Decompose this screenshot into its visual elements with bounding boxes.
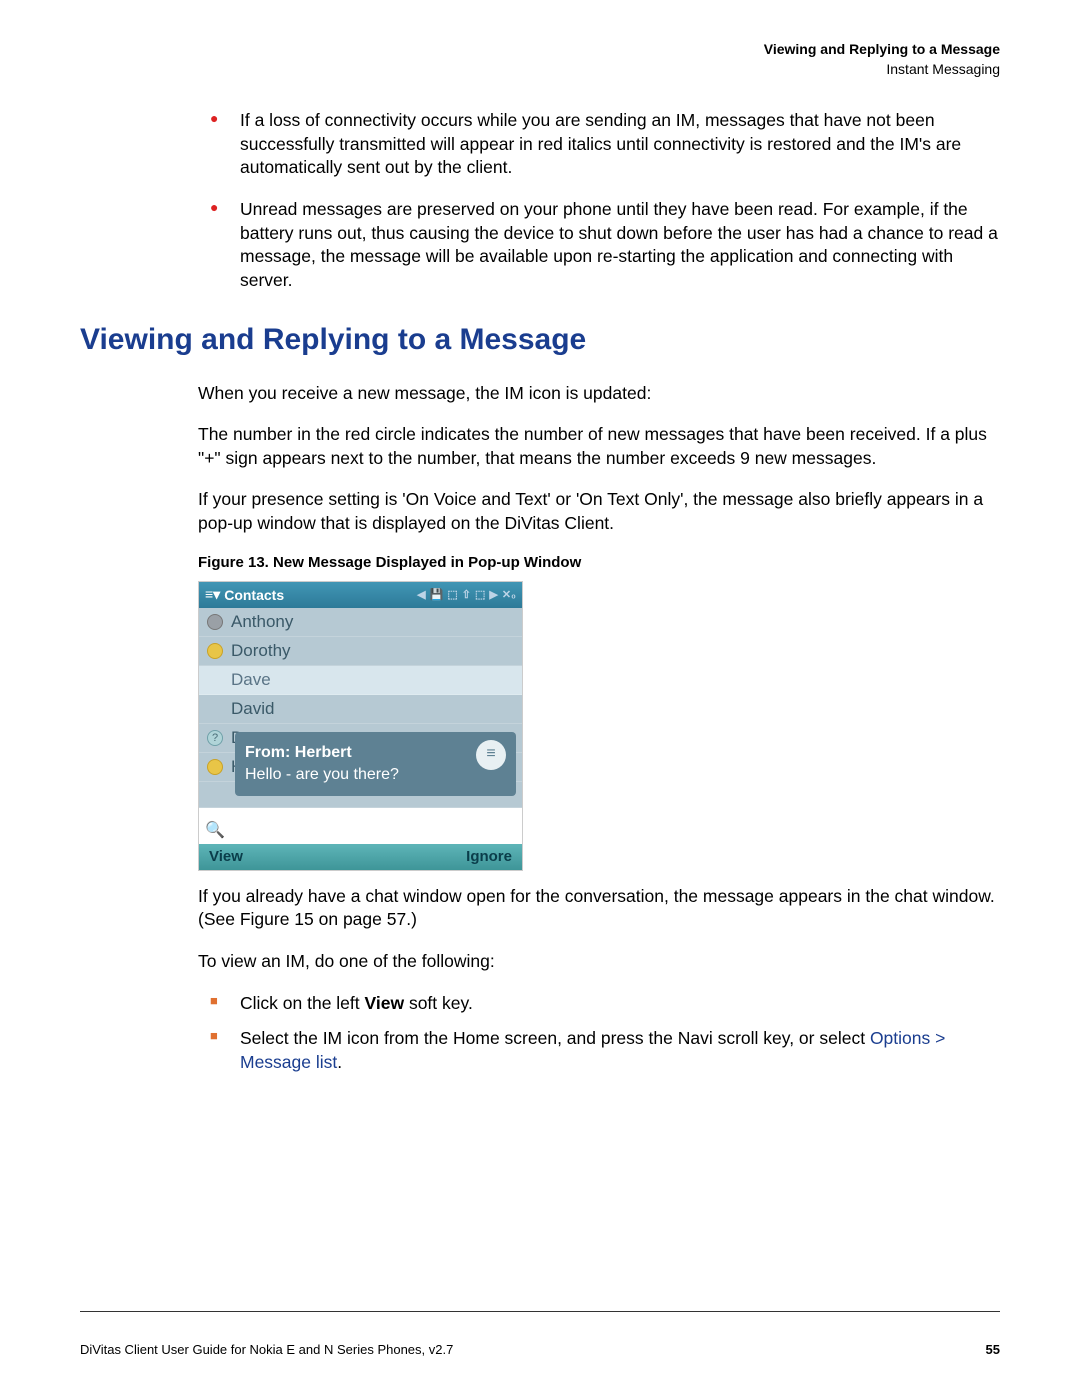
topbar-title: Contacts [224,587,284,603]
paragraph: When you receive a new message, the IM i… [198,382,1000,406]
contact-row-selected: Dave [199,666,522,695]
contact-name: David [231,699,274,719]
footer-doc-title: DiVitas Client User Guide for Nokia E an… [80,1342,453,1357]
softkey-bar: View Ignore [199,844,522,870]
intro-bullet-list: If a loss of connectivity occurs while y… [210,109,1000,292]
phone-topbar: ≡▾ Contacts ◀ 💾 ⬚ ⇧ ⬚ ▶ ✕₀ [199,582,522,608]
contact-row: David [199,695,522,724]
popup-body: Hello - are you there? [245,764,468,786]
status-offline-icon [207,614,223,630]
save-icon: 💾 [430,588,444,601]
contact-name: Anthony [231,612,293,632]
paragraph: To view an IM, do one of the following: [198,950,1000,974]
options-link: Options [870,1028,930,1048]
page-footer: DiVitas Client User Guide for Nokia E an… [80,1342,1000,1357]
paragraph: If your presence setting is 'On Voice an… [198,488,1000,535]
section-heading: Viewing and Replying to a Message [80,323,1000,357]
phone-screenshot: ≡▾ Contacts ◀ 💾 ⬚ ⇧ ⬚ ▶ ✕₀ Anthony Dorot… [198,581,523,871]
menu-icon: ≡▾ [205,586,220,603]
list-item: Unread messages are preserved on your ph… [210,198,1000,293]
paragraph: The number in the red circle indicates t… [198,423,1000,470]
action-list: Click on the left View soft key. Select … [210,992,1000,1075]
page-header: Viewing and Replying to a Message Instan… [80,40,1000,79]
contact-name: Dorothy [231,641,291,661]
page-number: 55 [986,1342,1000,1357]
search-icon: 🔍 [203,818,227,842]
softkey-view[interactable]: View [209,848,243,865]
icon: ⬚ [475,588,485,601]
popup-from: From: Herbert [245,742,468,764]
contact-row: Dorothy [199,637,522,666]
footer-divider [80,1311,1000,1312]
contact-name: Dave [231,670,271,690]
list-item: Click on the left View soft key. [210,992,1000,1016]
icon: ⬚ [447,588,457,601]
topbar-icons: ◀ 💾 ⬚ ⇧ ⬚ ▶ ✕₀ [417,588,516,601]
contact-row: Anthony [199,608,522,637]
popup-message: From: Herbert Hello - are you there? ≡ [235,732,516,797]
chat-bubble-icon: ≡ [476,740,506,770]
softkey-ignore[interactable]: Ignore [466,848,512,865]
header-subtitle: Instant Messaging [80,60,1000,80]
list-item: Select the IM icon from the Home screen,… [210,1027,1000,1074]
arrow-right-icon: ▶ [489,588,497,601]
figure-caption: Figure 13. New Message Displayed in Pop-… [198,554,1000,571]
up-icon: ⇧ [462,588,471,601]
header-title: Viewing and Replying to a Message [80,40,1000,60]
close-icon: ✕₀ [502,588,516,601]
message-list-link: Message list [240,1052,337,1072]
status-away-icon [207,759,223,775]
status-unknown-icon: ? [207,730,223,746]
list-item: If a loss of connectivity occurs while y… [210,109,1000,180]
paragraph: If you already have a chat window open f… [198,885,1000,932]
status-away-icon [207,643,223,659]
arrow-left-icon: ◀ [417,588,425,601]
